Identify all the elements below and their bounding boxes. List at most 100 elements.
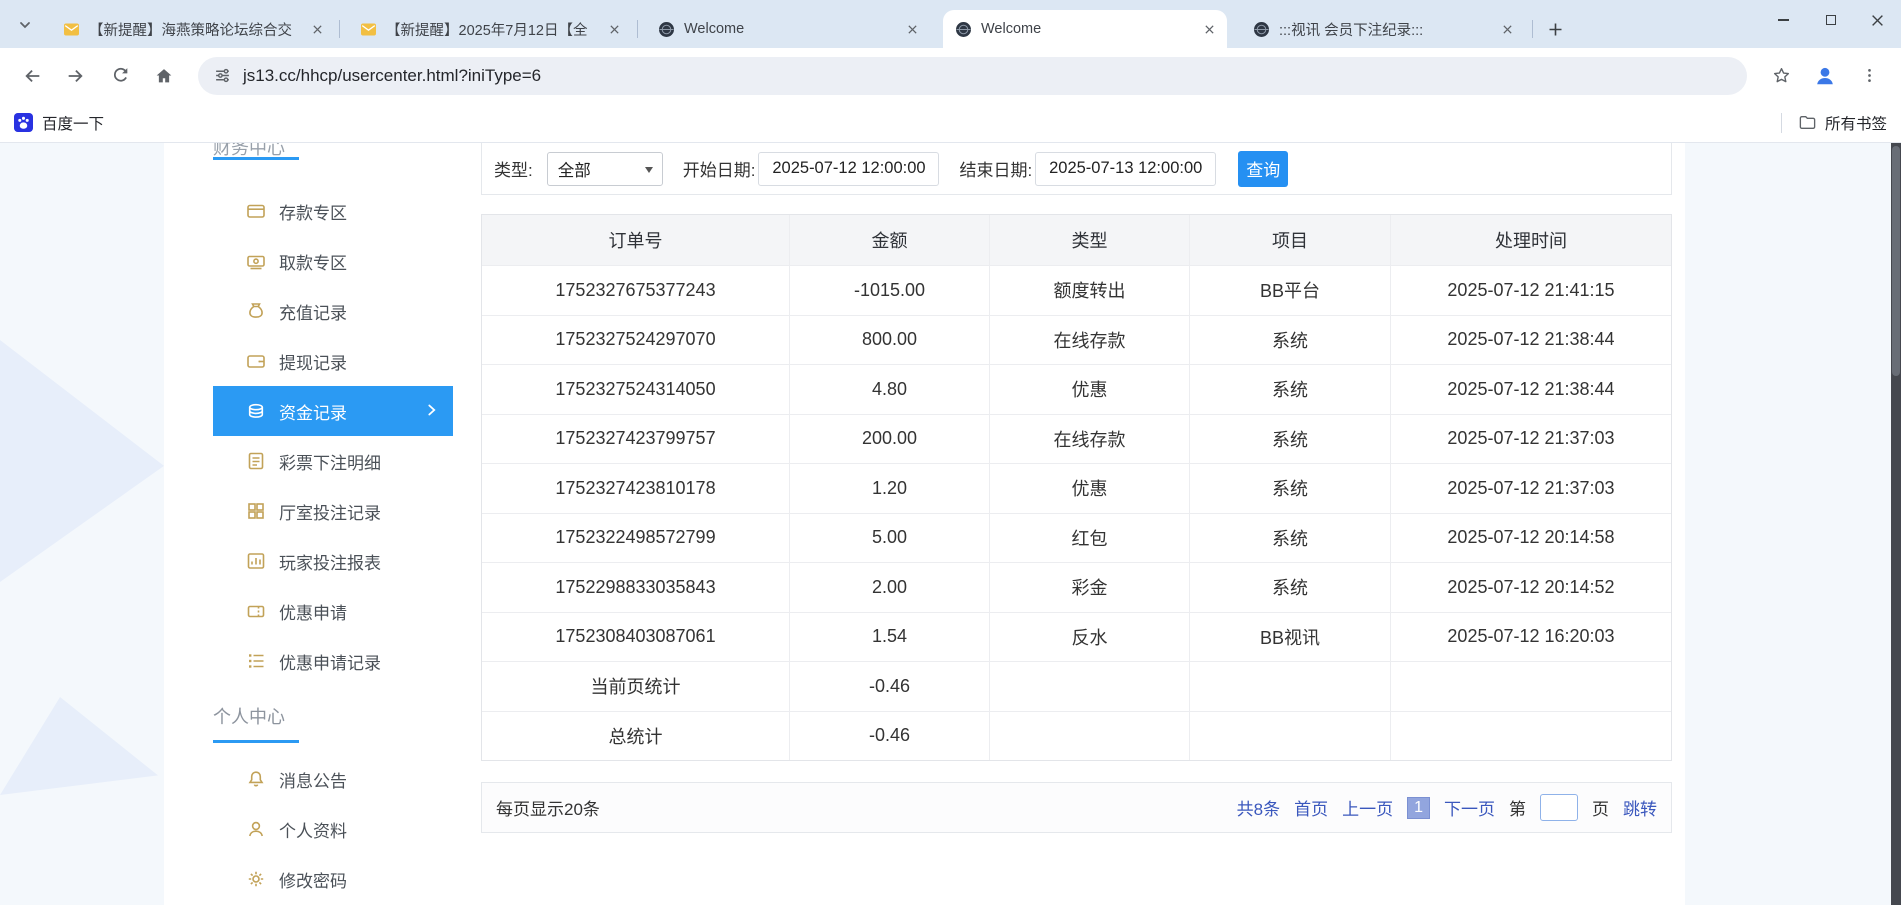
sidebar-item-funds-record[interactable]: 资金记录 (213, 386, 453, 436)
coins-icon (246, 401, 266, 421)
table-row: 1752322498572799 5.00 红包 系统 2025-07-12 2… (482, 513, 1671, 563)
url-bar[interactable]: js13.cc/hhcp/usercenter.html?iniType=6 (198, 57, 1747, 95)
kebab-menu-icon (1860, 66, 1879, 85)
tab-search-button[interactable] (12, 12, 38, 38)
home-button[interactable] (145, 57, 183, 95)
maximize-button[interactable] (1807, 0, 1854, 40)
tab-welcome-1[interactable]: Welcome (646, 10, 930, 48)
sidebar-menu: 财务中心 存款专区 取款专区 (213, 143, 453, 905)
table-cell: 1.54 (790, 612, 990, 662)
sidebar-item-withdraw-zone[interactable]: 取款专区 (213, 236, 453, 286)
first-page-link[interactable]: 首页 (1294, 795, 1328, 820)
profile-avatar-icon (1813, 64, 1837, 88)
bookmark-label: 百度一下 (42, 112, 104, 134)
minimize-button[interactable] (1760, 0, 1807, 40)
tab-close-icon[interactable] (1199, 19, 1219, 39)
tab-welcome-2-active[interactable]: Welcome (943, 10, 1227, 48)
tab-forum-1[interactable]: 【新提醒】海燕策略论坛综合交 (51, 10, 335, 48)
mail-favicon-icon (360, 21, 377, 38)
table-cell: 总统计 (482, 711, 790, 761)
tab-separator (339, 20, 340, 38)
type-select-value: 全部 (558, 157, 591, 181)
table-cell: 反水 (990, 612, 1190, 662)
site-settings-icon[interactable] (214, 67, 231, 84)
sidebar-item-label: 玩家投注报表 (279, 549, 381, 574)
sidebar-item-player-bet-report[interactable]: 玩家投注报表 (213, 536, 453, 586)
start-date-input[interactable] (758, 152, 939, 186)
table-cell: 1752327423799757 (482, 414, 790, 464)
forward-button[interactable] (57, 57, 95, 95)
table-cell: 1752327524297070 (482, 315, 790, 365)
sidebar-item-deposit-zone[interactable]: 存款专区 (213, 186, 453, 236)
sidebar-item-label: 彩票下注明细 (279, 449, 381, 474)
bank-card-icon (246, 201, 266, 221)
next-page-link[interactable]: 下一页 (1444, 795, 1495, 820)
plus-icon (1548, 22, 1563, 37)
back-arrow-icon (21, 65, 43, 87)
search-button[interactable]: 查询 (1238, 151, 1288, 187)
tab-close-icon[interactable] (902, 19, 922, 39)
table-cell (1391, 711, 1671, 761)
ticket-icon (246, 601, 266, 621)
tab-forum-2[interactable]: 【新提醒】2025年7月12日【全 (348, 10, 632, 48)
prev-page-link[interactable]: 上一页 (1342, 795, 1393, 820)
sidebar-item-label: 取款专区 (279, 249, 347, 274)
sidebar-item-hall-bet-record[interactable]: 厅室投注记录 (213, 486, 453, 536)
sidebar-item-announcements[interactable]: 消息公告 (213, 754, 453, 804)
sidebar-item-label: 修改密码 (279, 867, 347, 892)
new-tab-button[interactable] (1541, 15, 1569, 43)
sidebar-item-cashout-record[interactable]: 提现记录 (213, 336, 453, 386)
tab-close-icon[interactable] (307, 19, 327, 39)
table-cell: 2025-07-12 21:38:44 (1391, 364, 1671, 414)
menu-button[interactable] (1850, 57, 1888, 95)
table-row-grand-total: 总统计 -0.46 (482, 711, 1671, 761)
sidebar-section-personal: 个人中心 (213, 703, 285, 729)
close-window-button[interactable] (1854, 0, 1901, 40)
home-icon (153, 65, 175, 87)
sidebar-item-lottery-bet-detail[interactable]: 彩票下注明细 (213, 436, 453, 486)
type-select[interactable]: 全部 (547, 152, 663, 186)
bookmark-baidu[interactable]: 百度一下 (14, 112, 104, 134)
end-date-input[interactable] (1035, 152, 1216, 186)
sidebar-item-promo-record[interactable]: 优惠申请记录 (213, 636, 453, 686)
profile-button[interactable] (1806, 57, 1844, 95)
scrollbar-thumb[interactable] (1892, 146, 1900, 376)
money-bag-icon (246, 301, 266, 321)
current-page-indicator[interactable]: 1 (1407, 797, 1430, 819)
document-icon (246, 451, 266, 471)
table-row: 1752298833035843 2.00 彩金 系统 2025-07-12 2… (482, 562, 1671, 612)
table-cell: 1752327524314050 (482, 364, 790, 414)
decor-triangle (0, 340, 164, 582)
sidebar-item-promo-apply[interactable]: 优惠申请 (213, 586, 453, 636)
jump-button[interactable]: 跳转 (1623, 795, 1657, 820)
dark-globe-favicon-icon (1253, 21, 1270, 38)
bookmarks-bar: 百度一下 所有书签 (0, 103, 1901, 143)
tab-strip: 【新提醒】海燕策略论坛综合交 【新提醒】2025年7月12日【全 Welcome (0, 0, 1901, 48)
filter-bar: 类型: 全部 开始日期: 结束日期: 查询 (481, 143, 1672, 195)
back-button[interactable] (13, 57, 51, 95)
pagination-controls: 共8条 首页 上一页 1 下一页 第 页 跳转 (1237, 794, 1657, 821)
decor-triangle (0, 697, 158, 795)
table-cell: 2025-07-12 21:37:03 (1391, 463, 1671, 513)
close-icon (1871, 14, 1884, 27)
tab-close-icon[interactable] (604, 19, 624, 39)
table-cell: -0.46 (790, 711, 990, 761)
sidebar-item-recharge-record[interactable]: 充值记录 (213, 286, 453, 336)
table-cell: 额度转出 (990, 265, 1190, 315)
tab-title: 【新提醒】海燕策略论坛综合交 (89, 19, 307, 40)
refresh-button[interactable] (101, 57, 139, 95)
table-cell: 1.20 (790, 463, 990, 513)
table-cell: 1752322498572799 (482, 513, 790, 563)
jump-prefix-label: 第 (1509, 795, 1526, 820)
page-jump-input[interactable] (1540, 794, 1578, 821)
table-row: 1752327675377243 -1015.00 额度转出 BB平台 2025… (482, 265, 1671, 315)
tab-betting-record[interactable]: :::视讯 会员下注纪录::: (1241, 10, 1525, 48)
sidebar-item-change-password[interactable]: 修改密码 (213, 854, 453, 904)
sidebar-item-profile[interactable]: 个人资料 (213, 804, 453, 854)
maximize-icon (1826, 15, 1836, 25)
tab-close-icon[interactable] (1497, 19, 1517, 39)
bookmark-star-button[interactable] (1762, 57, 1800, 95)
page-scrollbar[interactable] (1891, 143, 1901, 905)
forward-arrow-icon (65, 65, 87, 87)
all-bookmarks-button[interactable]: 所有书签 (1781, 112, 1887, 134)
